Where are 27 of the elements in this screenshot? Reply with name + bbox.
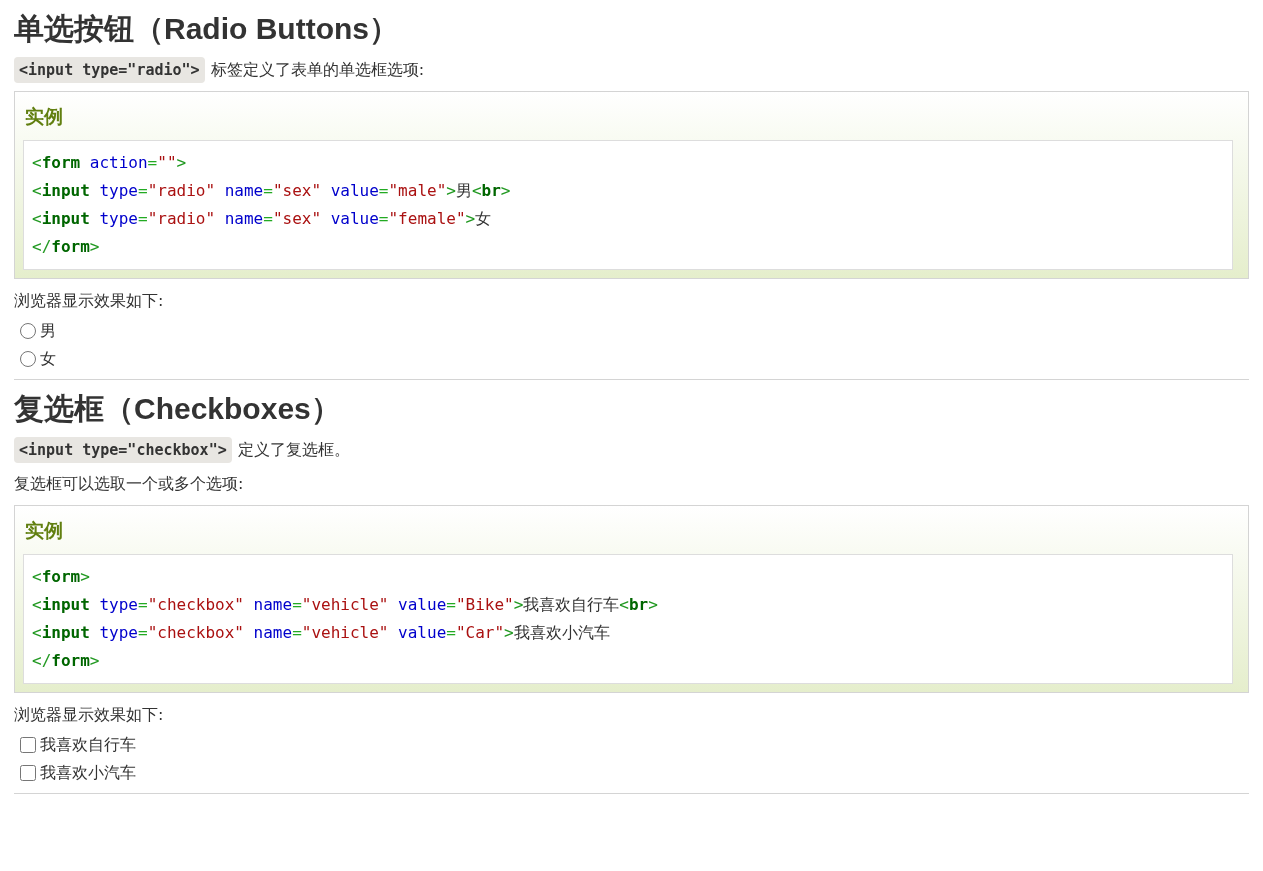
result-label: 浏览器显示效果如下: — [14, 705, 164, 724]
paragraph: 标签定义了表单的单选框选项: — [210, 59, 424, 81]
checkbox[interactable] — [20, 765, 36, 781]
checkbox[interactable] — [20, 737, 36, 753]
code-line: </form> — [32, 650, 101, 672]
code-line: <input type="checkbox" name="vehicle" value="Bike">我喜欢自行车<br> — [32, 594, 659, 616]
section-heading: 复选框（Checkboxes） — [14, 392, 342, 425]
option-label: 男 — [40, 320, 56, 342]
paragraph: 复选框可以选取一个或多个选项: — [14, 473, 244, 495]
option-label: 女 — [40, 348, 56, 370]
example-title: 实例 — [25, 104, 64, 129]
result-label: 浏览器显示效果如下: — [14, 291, 164, 310]
inline-code: <input type="radio"> — [14, 57, 205, 83]
example-title: 实例 — [25, 518, 64, 543]
code-line: <form> — [32, 566, 91, 588]
code-line: <input type="checkbox" name="vehicle" value="Car">我喜欢小汽车 — [32, 622, 611, 644]
paragraph: 定义了复选框。 — [237, 439, 350, 461]
code-line: </form> — [32, 236, 101, 258]
inline-code: <input type="checkbox"> — [14, 437, 232, 463]
option-label: 我喜欢自行车 — [40, 734, 136, 756]
code-line: <input type="radio" name="sex" value="male">男<br> — [32, 180, 512, 202]
radio-button[interactable] — [20, 351, 36, 367]
option-label: 我喜欢小汽车 — [40, 762, 136, 784]
code-line: <input type="radio" name="sex" value="female">女 — [32, 208, 493, 230]
radio-button[interactable] — [20, 323, 36, 339]
section-heading: 单选按钮（Radio Buttons） — [14, 12, 400, 45]
code-line: <form action=""> — [32, 152, 188, 174]
